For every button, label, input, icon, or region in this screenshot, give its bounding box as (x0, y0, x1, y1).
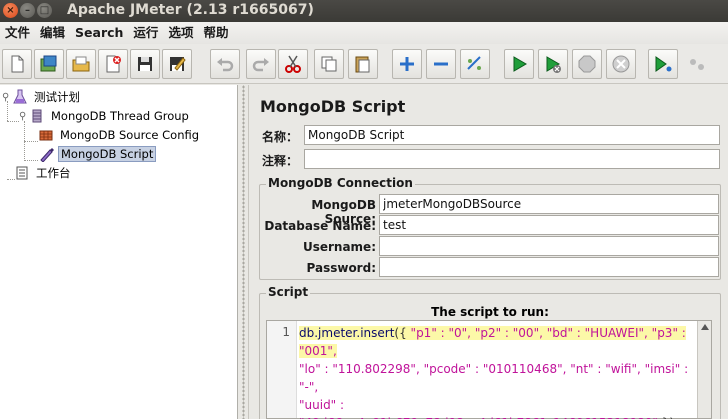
stop-icon (578, 55, 596, 73)
cut-icon (285, 55, 301, 73)
window-maximize-button[interactable]: □ (37, 3, 52, 18)
menu-help[interactable]: 帮助 (198, 22, 233, 44)
element-editor-panel: MongoDB Script 名称： 注释： MongoDB Connectio… (250, 85, 728, 419)
scroll-up-icon[interactable] (701, 324, 709, 330)
tree-item-source-config[interactable]: MongoDB Source Config (38, 126, 201, 144)
menu-run[interactable]: 运行 (128, 22, 163, 44)
password-label: Password: (306, 261, 377, 275)
cut-button[interactable] (278, 49, 308, 79)
comments-field[interactable] (304, 149, 720, 169)
redo-button[interactable] (246, 49, 276, 79)
tree-item-label: MongoDB Thread Group (51, 109, 189, 123)
tree-item-thread-group[interactable]: ⚲ MongoDB Thread Group (19, 107, 191, 125)
username-field[interactable] (379, 236, 719, 256)
collapse-icon (434, 62, 448, 66)
workbench-icon (14, 165, 30, 181)
tree-item-workbench[interactable]: 工作台 (14, 164, 73, 182)
tree-item-test-plan[interactable]: ⚲ 测试计划 (2, 88, 82, 106)
panel-splitter[interactable] (239, 85, 249, 419)
menu-bar: 文件 编辑 Search 运行 选项 帮助 (0, 22, 728, 44)
remote-stop-icon (690, 59, 704, 70)
start-button[interactable] (504, 49, 534, 79)
thread-group-icon (29, 108, 45, 124)
script-code[interactable]: db.jmeter.insert({ "p1" : "0", "p2" : "0… (298, 322, 698, 419)
close-icon (106, 55, 121, 73)
undo-icon (217, 58, 234, 72)
remote-start-button[interactable] (648, 49, 678, 79)
tree-item-label: MongoDB Script (58, 146, 157, 162)
mongodb-source-field[interactable] (379, 194, 719, 214)
start-no-pauses-button[interactable] (538, 49, 568, 79)
remote-stop-button[interactable] (682, 49, 712, 79)
remote-start-icon (655, 56, 672, 72)
save-as-button[interactable] (162, 49, 192, 79)
paste-icon (355, 56, 370, 73)
tree-item-label: 工作台 (36, 166, 71, 180)
copy-icon (321, 56, 337, 72)
undo-button[interactable] (210, 49, 240, 79)
new-icon (11, 55, 24, 73)
username-label: Username: (302, 240, 376, 254)
toolbar (0, 44, 728, 84)
expand-toggle-icon[interactable]: ⚲ (2, 92, 12, 103)
script-editor[interactable]: 1 db.jmeter.insert({ "p1" : "0", "p2" : … (266, 320, 712, 419)
code-line-2: "lo" : "110.802298", "pcode" : "01011046… (299, 362, 689, 394)
tree-item-label: MongoDB Source Config (60, 128, 200, 142)
templates-button[interactable] (34, 49, 64, 79)
config-element-icon (38, 127, 54, 143)
shutdown-icon (612, 55, 630, 73)
save-button[interactable] (130, 49, 160, 79)
database-name-label: Database Name: (264, 219, 376, 233)
close-button[interactable] (98, 49, 128, 79)
password-field[interactable] (379, 257, 719, 277)
page-title: MongoDB Script (260, 97, 406, 116)
line-number: 1 (282, 325, 290, 339)
collapse-all-button[interactable] (426, 49, 456, 79)
tree-item-mongodb-script[interactable]: MongoDB Script (38, 145, 157, 163)
toggle-icon (467, 56, 481, 70)
name-label: 名称： (262, 130, 299, 144)
start-icon (513, 56, 527, 72)
group-title: Script (266, 285, 311, 299)
editor-scrollbar[interactable] (697, 321, 711, 418)
code-open-brace: ({ (394, 326, 407, 340)
toggle-button[interactable] (460, 49, 490, 79)
menu-options[interactable]: 选项 (163, 22, 198, 44)
redo-icon (252, 58, 269, 72)
new-button[interactable] (2, 49, 32, 79)
window-title-bar: × – □ Apache JMeter (2.13 r1665067) (0, 0, 728, 22)
code-function: db.jmeter.insert (299, 326, 395, 340)
code-line-3: "uuid" : "49d66ae4a91b679a78d08ea4d61b78… (299, 398, 658, 419)
window-title: Apache JMeter (2.13 r1665067) (67, 2, 314, 18)
copy-button[interactable] (314, 49, 344, 79)
menu-edit[interactable]: 编辑 (35, 22, 70, 44)
line-number-gutter: 1 (267, 321, 297, 418)
menu-file[interactable]: 文件 (0, 22, 35, 44)
start-no-pause-icon (546, 56, 561, 73)
shutdown-button[interactable] (606, 49, 636, 79)
window-close-button[interactable]: × (3, 3, 18, 18)
open-icon (72, 56, 90, 72)
stop-button[interactable] (572, 49, 602, 79)
database-name-field[interactable] (379, 215, 719, 235)
tree-item-label: 测试计划 (34, 90, 80, 104)
save-icon (138, 57, 152, 71)
group-title: MongoDB Connection (266, 176, 415, 190)
templates-icon (40, 55, 57, 72)
expand-toggle-icon[interactable]: ⚲ (19, 111, 29, 122)
name-field[interactable] (304, 125, 720, 145)
test-plan-tree: ⚲ 测试计划 ⚲ MongoDB Thread Group MongoDB So… (0, 85, 238, 419)
open-button[interactable] (66, 49, 96, 79)
expand-icon (400, 57, 414, 71)
paste-button[interactable] (348, 49, 378, 79)
save-as-icon (170, 57, 186, 71)
sampler-icon (38, 146, 54, 162)
expand-all-button[interactable] (392, 49, 422, 79)
menu-search[interactable]: Search (70, 22, 128, 44)
script-caption: The script to run: (431, 305, 549, 319)
test-plan-icon (12, 89, 28, 105)
window-minimize-button[interactable]: – (20, 3, 35, 18)
comments-label: 注释： (262, 154, 299, 168)
